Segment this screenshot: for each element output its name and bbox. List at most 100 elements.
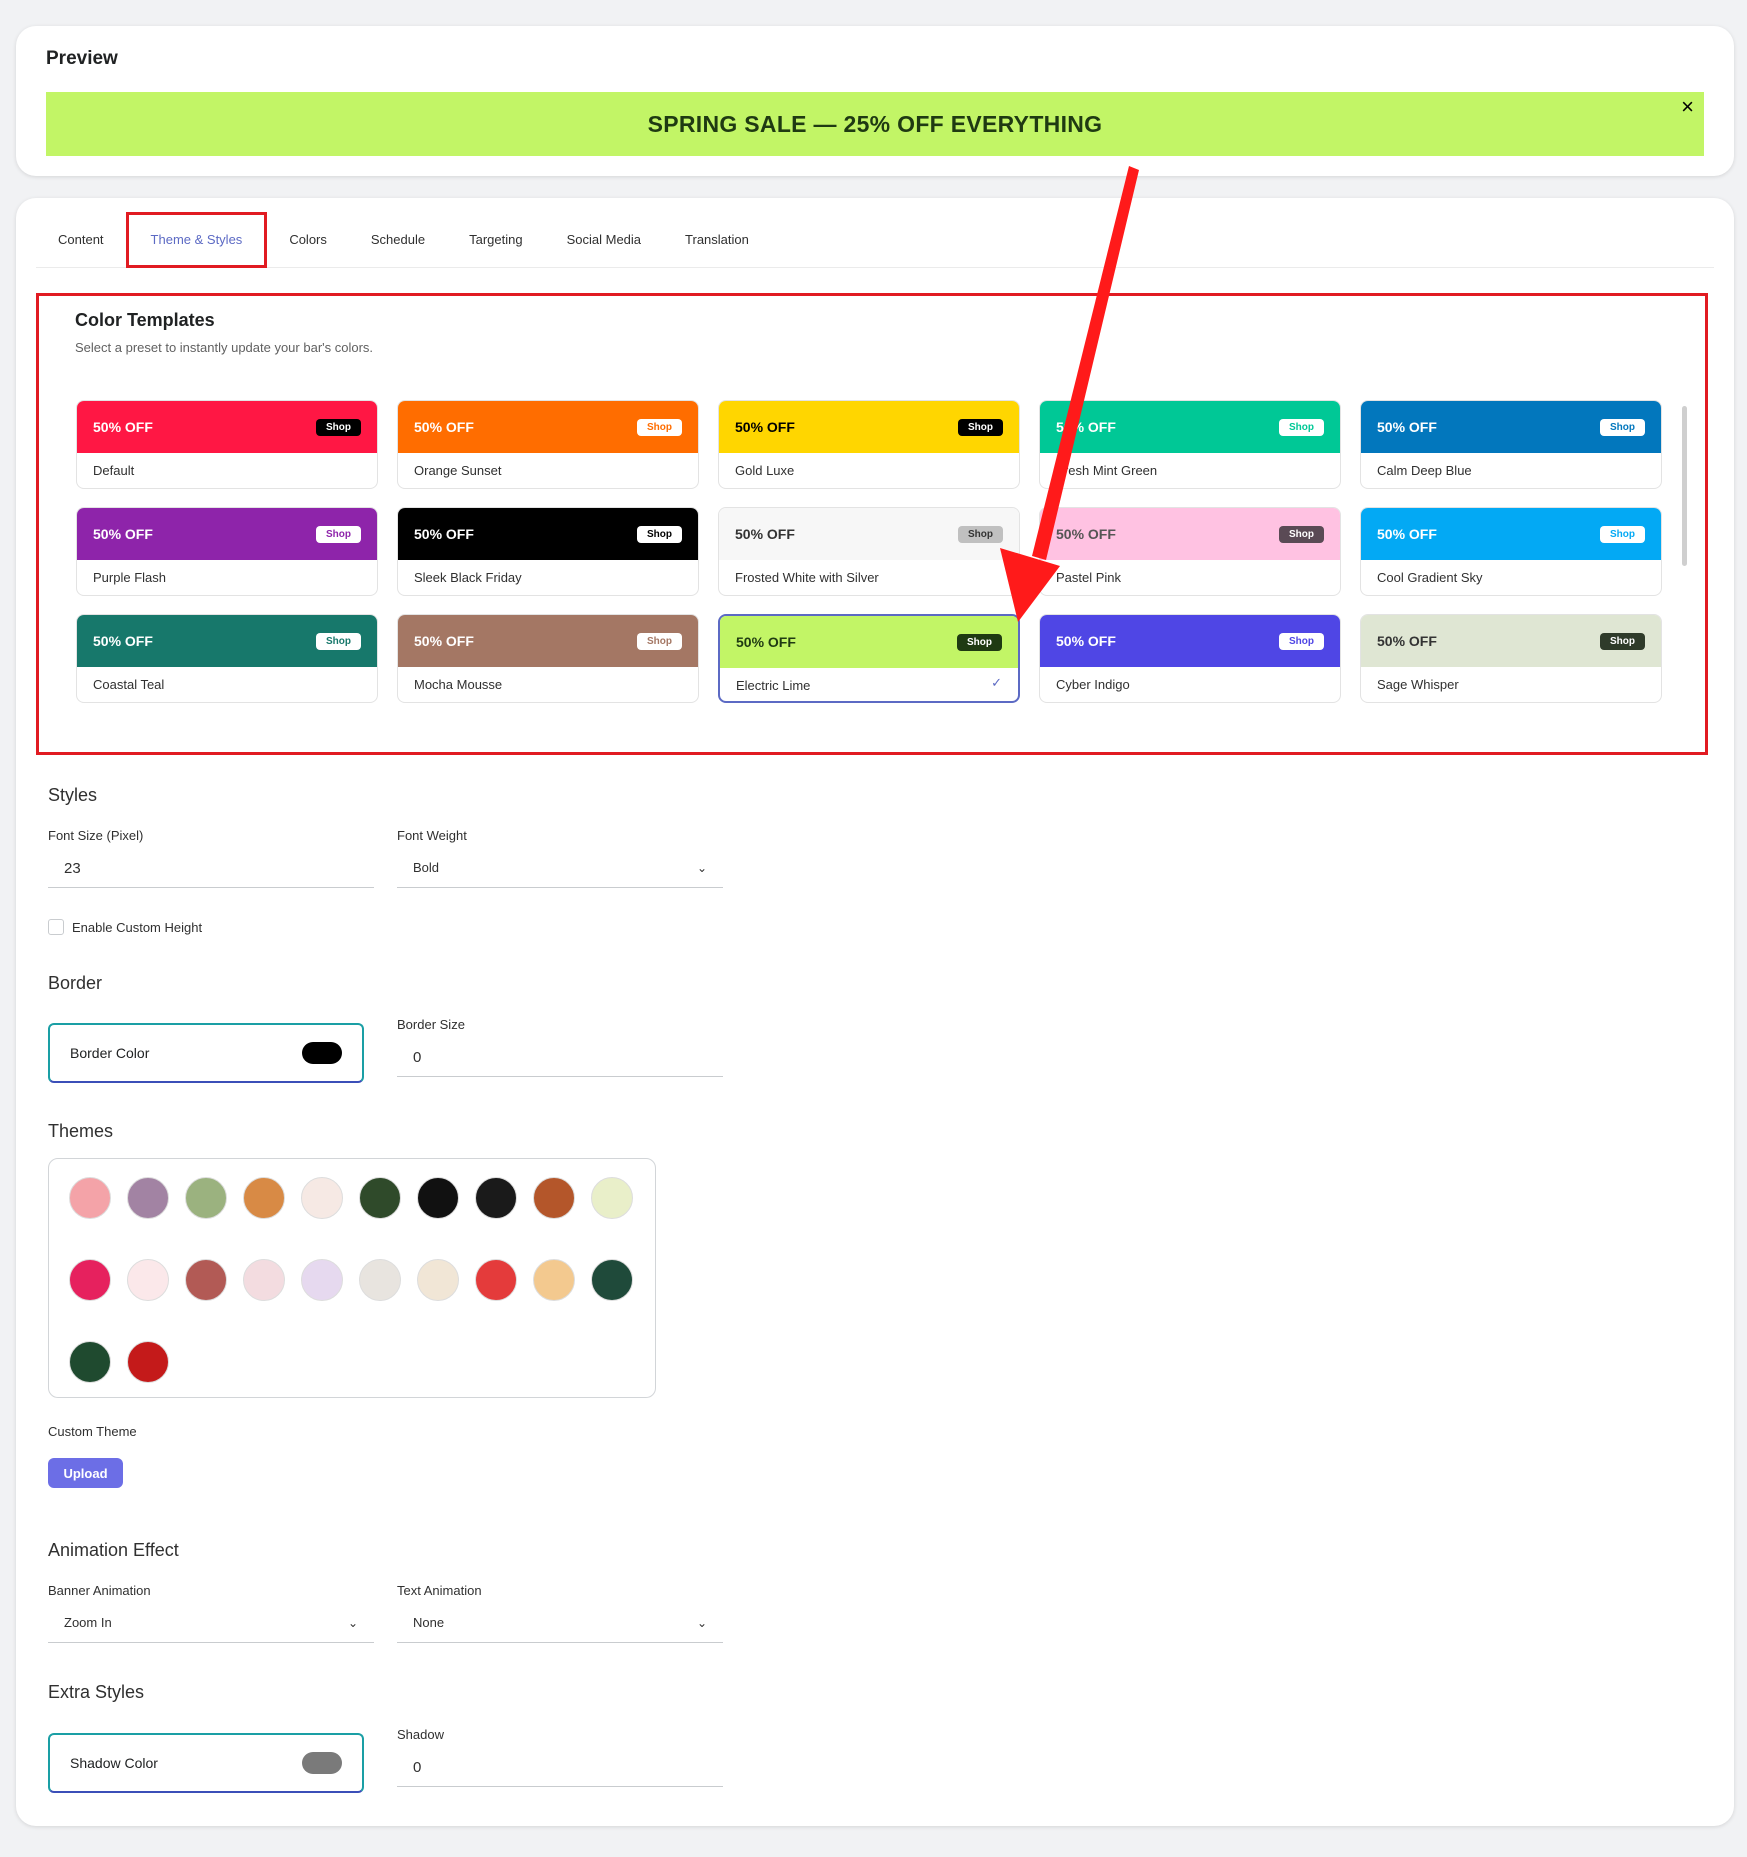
template-offer-text: 50% OFF	[1377, 419, 1437, 435]
banner-animation-value: Zoom In	[64, 1615, 112, 1630]
template-shop-button: Shop	[1600, 418, 1645, 436]
tab-social-media[interactable]: Social Media	[545, 212, 663, 268]
christmas-tree-icon[interactable]	[533, 1259, 575, 1301]
tab-targeting[interactable]: Targeting	[447, 212, 544, 268]
red-snowflake-pattern-icon[interactable]	[185, 1259, 227, 1301]
shopping-bag-icon[interactable]	[243, 1259, 285, 1301]
font-size-input[interactable]: 23	[48, 848, 374, 888]
dollar-bag-icon[interactable]	[301, 1259, 343, 1301]
red-ornament-icon[interactable]	[127, 1341, 169, 1383]
tab-theme-styles[interactable]: Theme & Styles	[125, 211, 268, 268]
templates-scrollbar[interactable]	[1682, 406, 1687, 566]
template-preview-bar: 50% OFF Shop	[1361, 401, 1661, 453]
border-size-input[interactable]: 0	[397, 1037, 723, 1077]
template-preview-bar: 50% OFF Shop	[77, 508, 377, 560]
sage-green-pattern-icon[interactable]	[185, 1177, 227, 1219]
pink-lattice-pattern-icon[interactable]	[69, 1177, 111, 1219]
border-color-picker[interactable]: Border Color	[48, 1023, 364, 1083]
template-shop-button: Shop	[316, 632, 361, 650]
color-templates-subtitle: Select a preset to instantly update your…	[75, 340, 374, 355]
tab-bar: Content Theme & Styles Colors Schedule Targe…	[36, 211, 1714, 268]
template-offer-text: 50% OFF	[93, 633, 153, 649]
shopping-cart-icon[interactable]	[475, 1177, 517, 1219]
preview-banner-text: SPRING SALE — 25% OFF EVERYTHING	[647, 110, 1103, 137]
font-weight-select[interactable]: Bold ⌄	[397, 848, 723, 888]
template-card-default[interactable]: 50% OFF Shop Default	[76, 400, 378, 489]
font-size-label: Font Size (Pixel)	[48, 828, 144, 843]
snowflake-pattern-icon[interactable]	[127, 1259, 169, 1301]
heart-icon[interactable]	[69, 1259, 111, 1301]
orange-swirl-pattern-icon[interactable]	[243, 1177, 285, 1219]
template-shop-button: Shop	[637, 525, 682, 543]
tab-translation[interactable]: Translation	[663, 212, 771, 268]
template-card-coastal-teal[interactable]: 50% OFF Shop Coastal Teal	[76, 614, 378, 703]
template-preview-bar: 50% OFF Shop	[719, 401, 1019, 453]
animation-title: Animation Effect	[48, 1540, 179, 1560]
template-offer-text: 50% OFF	[1377, 526, 1437, 542]
mauve-triangle-pattern-icon[interactable]	[127, 1177, 169, 1219]
preview-card: Preview SPRING SALE — 25% OFF EVERYTHING…	[16, 26, 1734, 176]
template-preview-bar: 50% OFF Shop	[1040, 615, 1340, 667]
template-card-orange-sunset[interactable]: 50% OFF Shop Orange Sunset	[397, 400, 699, 489]
tab-colors[interactable]: Colors	[267, 212, 349, 268]
percent-badge-icon[interactable]	[417, 1259, 459, 1301]
template-name: Electric Lime	[736, 678, 811, 693]
holly-leaf-icon[interactable]	[69, 1341, 111, 1383]
template-card-sleek-black-friday[interactable]: 50% OFF Shop Sleek Black Friday	[397, 507, 699, 596]
settings-card: Content Theme & Styles Colors Schedule Targe…	[16, 198, 1734, 1826]
styles-title: Styles	[48, 785, 98, 805]
custom-height-checkbox[interactable]	[48, 919, 64, 935]
template-card-pastel-pink[interactable]: 50% OFF Shop Pastel Pink	[1039, 507, 1341, 596]
template-name: Calm Deep Blue	[1377, 463, 1472, 478]
template-card-frosted-white-with-silver[interactable]: 50% OFF Shop Frosted White with Silver	[718, 507, 1020, 596]
template-preview-bar: 50% OFF Shop	[719, 508, 1019, 560]
template-card-mocha-mousse[interactable]: 50% OFF Shop Mocha Mousse	[397, 614, 699, 703]
pumpkin-icon[interactable]	[533, 1177, 575, 1219]
text-animation-label: Text Animation	[397, 1583, 482, 1598]
template-shop-button: Shop	[958, 525, 1003, 543]
tab-schedule[interactable]: Schedule	[349, 212, 447, 268]
template-offer-text: 50% OFF	[735, 526, 795, 542]
template-preview-bar: 50% OFF Shop	[398, 401, 698, 453]
shadow-input[interactable]: 0	[397, 1747, 723, 1787]
template-name: Cyber Indigo	[1056, 677, 1130, 692]
sale-text-pattern-icon[interactable]	[301, 1177, 343, 1219]
template-shop-button: Shop	[637, 418, 682, 436]
color-templates-title: Color Templates	[75, 310, 215, 330]
green-floral-pattern-icon[interactable]	[591, 1177, 633, 1219]
template-name: Pastel Pink	[1056, 570, 1122, 585]
percent-tag-outline-icon[interactable]	[359, 1259, 401, 1301]
color-templates-grid: 50% OFF Shop Default 50% OFF Shop Orange Suns…	[76, 400, 1696, 703]
border-color-swatch	[302, 1042, 342, 1064]
template-card-fresh-mint-green[interactable]: 50% OFF Shop Fresh Mint Green	[1039, 400, 1341, 489]
upload-button[interactable]: Upload	[48, 1458, 123, 1488]
template-offer-text: 50% OFF	[1056, 633, 1116, 649]
template-card-gold-luxe[interactable]: 50% OFF Shop Gold Luxe	[718, 400, 1020, 489]
template-offer-text: 50% OFF	[414, 419, 474, 435]
template-offer-text: 50% OFF	[93, 419, 153, 435]
shadow-color-picker[interactable]: Shadow Color	[48, 1733, 364, 1793]
template-preview-bar: 50% OFF Shop	[1040, 508, 1340, 560]
template-card-cool-gradient-sky[interactable]: 50% OFF Shop Cool Gradient Sky	[1360, 507, 1662, 596]
chevron-down-icon: ⌄	[696, 1615, 707, 1630]
template-card-cyber-indigo[interactable]: 50% OFF Shop Cyber Indigo	[1039, 614, 1341, 703]
shadow-color-swatch	[302, 1752, 342, 1774]
tab-content[interactable]: Content	[36, 212, 126, 268]
text-animation-select[interactable]: None ⌄	[397, 1603, 723, 1643]
template-card-calm-deep-blue[interactable]: 50% OFF Shop Calm Deep Blue	[1360, 400, 1662, 489]
custom-theme-label: Custom Theme	[48, 1424, 137, 1439]
black-burst-pattern-icon[interactable]	[417, 1177, 459, 1219]
template-name: Mocha Mousse	[414, 677, 503, 692]
snowman-icon[interactable]	[591, 1259, 633, 1301]
template-offer-text: 50% OFF	[1056, 526, 1116, 542]
template-offer-text: 50% OFF	[735, 419, 795, 435]
template-shop-button: Shop	[1600, 525, 1645, 543]
font-weight-label: Font Weight	[397, 828, 467, 843]
red-gift-icon[interactable]	[475, 1259, 517, 1301]
dollar-pattern-icon[interactable]	[359, 1177, 401, 1219]
banner-animation-select[interactable]: Zoom In ⌄	[48, 1603, 374, 1643]
template-card-sage-whisper[interactable]: 50% OFF Shop Sage Whisper	[1360, 614, 1662, 703]
template-card-electric-lime[interactable]: 50% OFF Shop Electric Lime ✓	[718, 614, 1020, 703]
close-icon[interactable]: ×	[1681, 94, 1694, 120]
template-card-purple-flash[interactable]: 50% OFF Shop Purple Flash	[76, 507, 378, 596]
